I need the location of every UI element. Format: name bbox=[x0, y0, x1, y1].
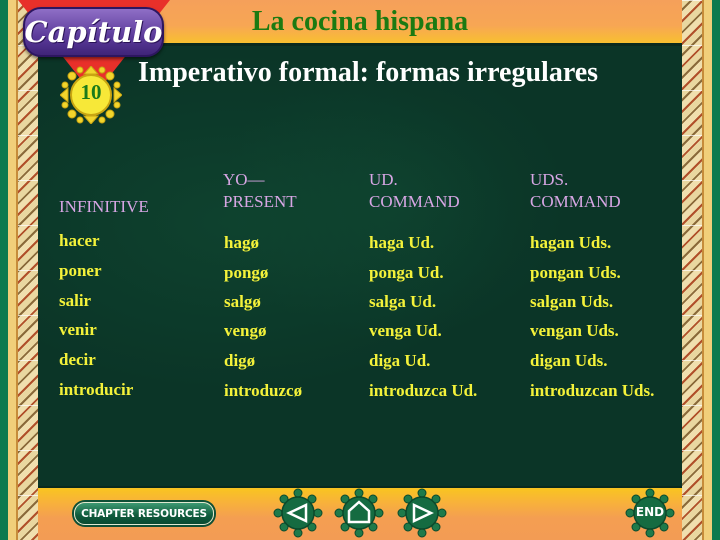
chapter-resources-button[interactable]: CHAPTER RESOURCES bbox=[74, 502, 214, 525]
home-button[interactable] bbox=[334, 488, 384, 538]
header-line1: YO— bbox=[223, 170, 265, 189]
cell-yo-present: salgø bbox=[224, 292, 261, 311]
cell-infinitive: decir bbox=[59, 350, 96, 369]
cell-ud-command: ponga Ud. bbox=[369, 263, 444, 282]
end-label: END bbox=[635, 505, 665, 519]
cell-yo-present: vengø bbox=[224, 321, 267, 340]
cell-ud-command: salga Ud. bbox=[369, 292, 437, 311]
cell-uds-command: salgan Uds. bbox=[530, 292, 614, 311]
column-header-ud-command: UD. COMMAND bbox=[369, 169, 460, 213]
next-button[interactable] bbox=[397, 488, 447, 538]
header-line2: COMMAND bbox=[530, 192, 621, 211]
header-line1 bbox=[59, 174, 149, 196]
cell-infinitive: poner bbox=[59, 261, 102, 280]
cell-yo-present: introduzcø bbox=[224, 381, 303, 400]
cell-uds-command: pongan Uds. bbox=[530, 263, 621, 282]
column-header-yo-present: YO— PRESENT bbox=[223, 169, 297, 213]
cell-yo-present: pongø bbox=[224, 263, 269, 282]
cell-uds-command: hagan Uds. bbox=[530, 233, 612, 252]
right-arrow-icon bbox=[397, 488, 447, 538]
right-edge bbox=[712, 0, 720, 540]
decorative-tile-border-right bbox=[682, 0, 712, 540]
chapter-number: 10 bbox=[80, 80, 102, 104]
column-header-infinitive: INFINITIVE bbox=[59, 174, 149, 218]
chapter-badge: 10 bbox=[60, 66, 122, 124]
cell-uds-command: digan Uds. bbox=[530, 351, 608, 370]
column-header-uds-command: UDS. COMMAND bbox=[530, 169, 621, 213]
slide-subtitle: Imperativo formal: formas irregulares bbox=[138, 57, 599, 88]
header-line1: UD. bbox=[369, 170, 398, 189]
cell-uds-command: vengan Uds. bbox=[530, 321, 619, 340]
cell-infinitive: salir bbox=[59, 291, 92, 310]
header-line2: PRESENT bbox=[223, 192, 297, 211]
cell-yo-present: hagø bbox=[224, 233, 259, 252]
home-icon bbox=[334, 488, 384, 538]
cell-infinitive: hacer bbox=[59, 231, 100, 250]
chapter-resources-label: CHAPTER RESOURCES bbox=[81, 507, 207, 520]
cell-ud-command: haga Ud. bbox=[369, 233, 435, 252]
left-arrow-icon bbox=[273, 488, 323, 538]
cell-ud-command: diga Ud. bbox=[369, 351, 431, 370]
header-line2: COMMAND bbox=[369, 192, 460, 211]
header-line2: INFINITIVE bbox=[59, 197, 149, 216]
cell-infinitive: venir bbox=[59, 320, 97, 339]
cell-ud-command: introduzca Ud. bbox=[369, 381, 478, 400]
cell-ud-command: venga Ud. bbox=[369, 321, 442, 340]
left-edge bbox=[0, 0, 8, 540]
previous-button[interactable] bbox=[273, 488, 323, 538]
cell-uds-command: introduzcan Uds. bbox=[530, 381, 655, 400]
header-line1: UDS. bbox=[530, 170, 569, 189]
logo-text: Capítulo bbox=[24, 15, 163, 49]
capitulo-logo: Capítulo bbox=[23, 7, 164, 57]
end-button[interactable]: END bbox=[625, 488, 675, 538]
cell-infinitive: introducir bbox=[59, 380, 134, 399]
cell-yo-present: digø bbox=[224, 351, 256, 370]
